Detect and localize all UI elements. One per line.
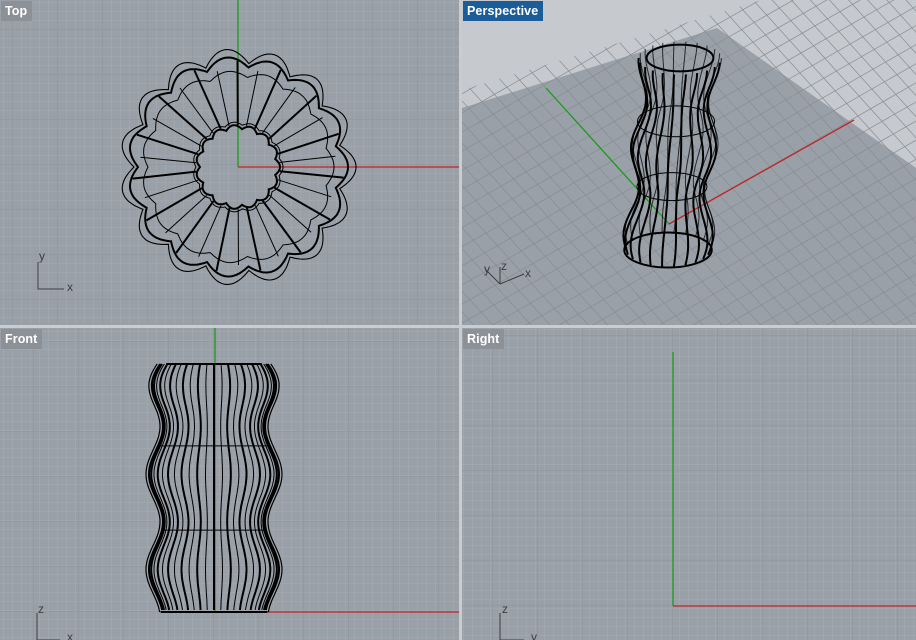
perspective-canvas[interactable]: y z x	[462, 0, 916, 325]
right-viewport[interactable]: Right z y	[462, 328, 916, 640]
axis-label-y: y	[39, 249, 45, 263]
axis-label-y: y	[531, 630, 537, 640]
viewport-title-right[interactable]: Right	[463, 329, 505, 349]
front-viewport[interactable]: Front z x	[0, 328, 459, 640]
axis-label-x: x	[67, 280, 73, 294]
axis-label-y: y	[484, 262, 490, 276]
right-canvas[interactable]: z y	[462, 328, 916, 640]
axis-label-z: z	[501, 259, 507, 273]
viewport-title-top[interactable]: Top	[1, 1, 33, 21]
grid-major	[462, 328, 916, 640]
axis-label-x: x	[525, 266, 531, 280]
axis-label-x: x	[67, 630, 73, 640]
viewport-title-perspective[interactable]: Perspective	[463, 1, 544, 21]
viewport-title-front[interactable]: Front	[1, 329, 43, 349]
perspective-viewport[interactable]: Perspective y z x	[462, 0, 916, 325]
axis-label-z: z	[502, 602, 508, 616]
axis-label-z: z	[38, 602, 44, 616]
front-canvas[interactable]: z x	[0, 328, 459, 640]
top-viewport[interactable]: Top y x	[0, 0, 459, 325]
top-canvas[interactable]: y x	[0, 0, 459, 325]
